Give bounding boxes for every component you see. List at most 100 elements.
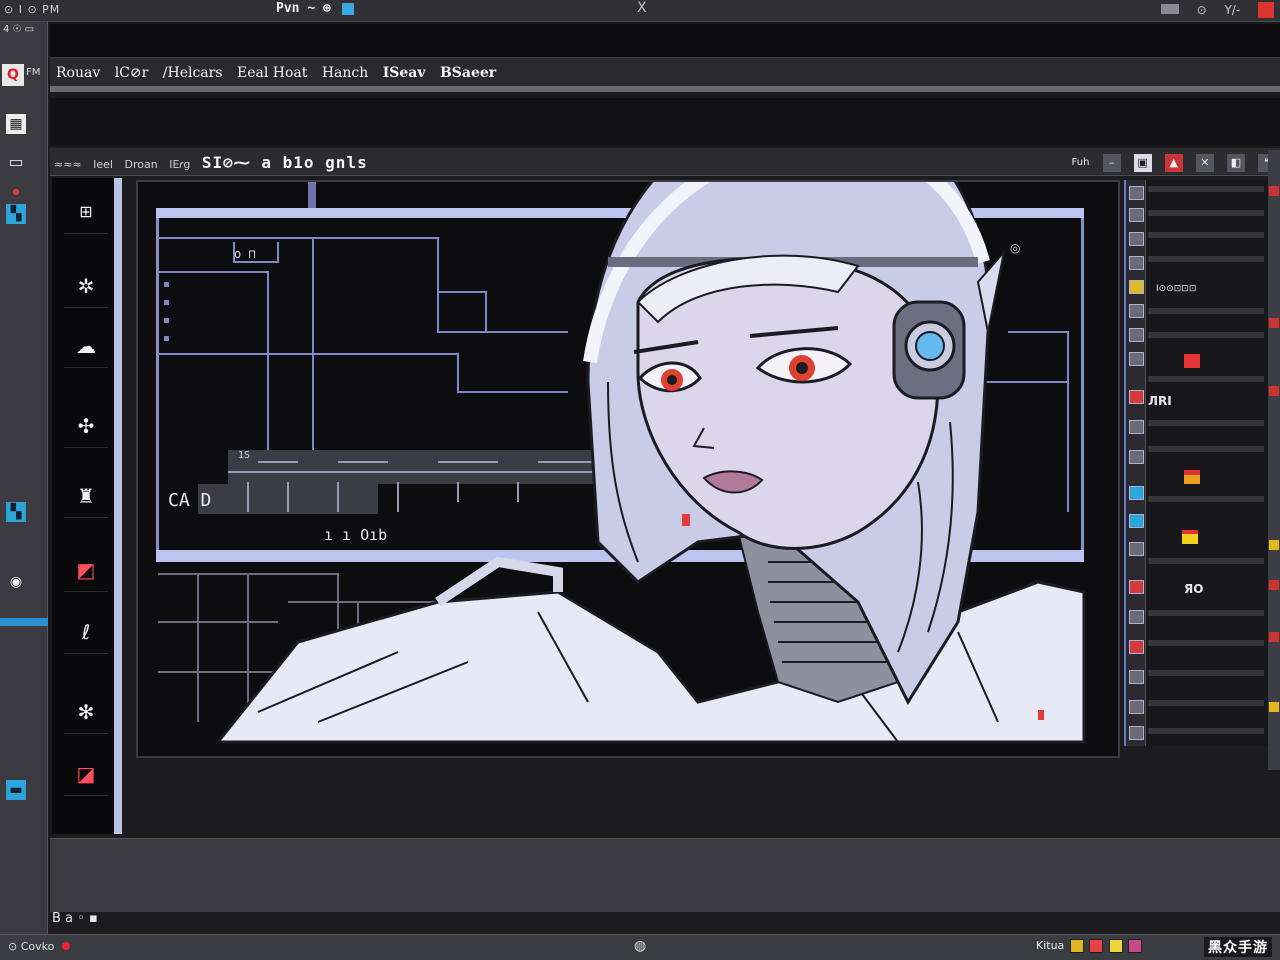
layer-icon[interactable] — [1129, 186, 1144, 200]
layer-icon[interactable] — [1129, 610, 1144, 624]
close-document-icon[interactable]: X — [637, 0, 647, 16]
layer-icon[interactable] — [1129, 514, 1144, 528]
layer-row[interactable] — [1148, 670, 1264, 676]
image-icon[interactable]: ▦ — [6, 114, 26, 134]
frame-post — [308, 182, 316, 208]
red-fill-icon[interactable]: ◪ — [64, 752, 108, 796]
layer-row[interactable] — [1148, 232, 1264, 238]
red-marker-icon — [1269, 386, 1279, 396]
move-icon[interactable]: ✣ — [64, 404, 108, 448]
doc-label[interactable]: Droan — [125, 158, 158, 171]
status-left: ⊙ Covko — [8, 940, 70, 953]
cyan-layer-icon[interactable]: ▚ — [6, 502, 26, 522]
center-icon[interactable]: ◍ — [634, 938, 646, 954]
layer-icon[interactable] — [1129, 726, 1144, 740]
menu-tag: FM — [26, 67, 41, 78]
menu-item[interactable]: Eeal Hoat — [237, 65, 307, 81]
cyan-layer-icon[interactable]: ▚ — [6, 204, 26, 224]
swatch-icon[interactable] — [1128, 939, 1143, 953]
layer-row[interactable] — [1148, 610, 1264, 616]
layer-icon[interactable] — [1129, 450, 1144, 464]
layer-icon[interactable] — [1129, 420, 1144, 434]
red-tool-icon[interactable]: ▲ — [1164, 153, 1183, 172]
layer-icon[interactable] — [1129, 390, 1144, 404]
tool-column: ⊞ ✲ ☁ ✣ ♜ ◩ ℓ ✻ ◪ — [52, 178, 122, 834]
layer-icon[interactable] — [1129, 486, 1144, 500]
close-window-icon[interactable] — [1258, 2, 1274, 18]
app-logo-icon[interactable]: Q — [2, 64, 24, 86]
spray-icon[interactable]: ✲ — [64, 264, 108, 308]
timeline-glyphs: B a ◦ ▪ — [52, 911, 98, 926]
orange-layer-thumb[interactable] — [1184, 470, 1200, 484]
yellow-marker-icon — [1269, 540, 1279, 550]
doc-label[interactable]: Ieel — [93, 158, 113, 171]
layer-icon[interactable] — [1129, 208, 1144, 222]
monitor-icon[interactable]: ▭ — [6, 152, 26, 172]
menu-item[interactable]: /Helcars — [163, 65, 223, 81]
layer-icon[interactable] — [1129, 670, 1144, 684]
record-icon[interactable] — [61, 942, 70, 950]
crop-icon[interactable]: ⊞ — [64, 190, 108, 234]
swatch-icon[interactable] — [1089, 939, 1104, 953]
bird-icon[interactable]: ☁ — [64, 324, 108, 368]
layer-row[interactable] — [1148, 728, 1264, 734]
red-layer-thumb[interactable] — [1184, 354, 1200, 368]
layer-icon[interactable] — [1129, 352, 1144, 366]
layer-row[interactable] — [1148, 376, 1264, 382]
circuit-dots — [164, 282, 169, 341]
monitor-icon[interactable] — [1160, 3, 1179, 14]
layer-row[interactable] — [1148, 496, 1264, 502]
gear-icon[interactable]: ✻ — [64, 690, 108, 734]
dock-separator — [0, 618, 48, 626]
right-edge-strip — [1268, 150, 1280, 770]
layer-icon[interactable] — [1129, 232, 1144, 246]
globe-icon[interactable]: ◉ — [6, 572, 26, 592]
status-bar: ⊙ Covko ◍ Kitua 黑众手游 — [0, 934, 1280, 960]
layer-icon[interactable] — [1129, 304, 1144, 318]
layer-icon[interactable] — [1129, 580, 1144, 594]
layer-row[interactable] — [1148, 558, 1264, 564]
doc-label[interactable]: IE𝑟g — [169, 158, 190, 171]
layer-icon[interactable] — [1129, 280, 1144, 294]
menu-item[interactable]: lC⊘r — [115, 65, 149, 81]
window-controls[interactable]: ⊙ I ⊙ PM — [4, 3, 60, 16]
red-eraser-icon[interactable]: ◩ — [64, 548, 108, 592]
menu-item[interactable]: Rouav — [56, 65, 100, 81]
frame-icon[interactable]: ▣ — [1133, 153, 1152, 172]
canvas[interactable]: CA D ı ı Oıb o ⊓ 1S ◎ — [136, 180, 1120, 758]
layer-row[interactable] — [1148, 210, 1264, 216]
layer-label: ЯO — [1184, 582, 1204, 596]
layer-row[interactable] — [1148, 256, 1264, 262]
layer-row[interactable] — [1148, 700, 1264, 706]
cyan-layer-icon[interactable]: ▬ — [6, 780, 26, 800]
expand-icon[interactable]: ✕ — [1195, 153, 1214, 172]
layer-row[interactable] — [1148, 640, 1264, 646]
layer-row[interactable] — [1148, 420, 1264, 426]
menu-item[interactable]: BSaeer — [440, 65, 496, 81]
doc-label[interactable]: ≈≈≈ — [54, 158, 82, 171]
layer-icon[interactable] — [1129, 542, 1144, 556]
stamp-icon[interactable]: ♜ — [64, 474, 108, 518]
layer-icon[interactable] — [1129, 700, 1144, 714]
menu-item[interactable]: ISeav — [383, 65, 426, 81]
dock-top-glyphs: 4 ☉ ▭ — [3, 24, 35, 35]
left-dock: 4 ☉ ▭ ▦ ▭ ▚ ▚ ◉ ▬ ● — [0, 22, 48, 934]
layer-icon[interactable] — [1129, 640, 1144, 654]
panel-icon[interactable]: ◧ — [1226, 153, 1245, 172]
settings-icon[interactable]: ⊙ — [1197, 3, 1207, 17]
menu-item[interactable]: Hanch — [322, 65, 368, 81]
title-bar: ⊙ I ⊙ PM Pvn ~ ⊕ X ⊙ Y/- — [0, 0, 1280, 22]
layer-row[interactable] — [1148, 308, 1264, 314]
layer-row[interactable] — [1148, 186, 1264, 192]
dash-icon[interactable]: – — [1102, 153, 1121, 172]
layer-icon[interactable] — [1129, 328, 1144, 342]
layer-label: ЛRI — [1148, 394, 1172, 408]
swatch-icon[interactable] — [1069, 939, 1084, 953]
frame-edge-left — [156, 218, 159, 550]
swatch-icon[interactable] — [1108, 939, 1123, 953]
layer-icon[interactable] — [1129, 256, 1144, 270]
yellow-layer-thumb[interactable] — [1182, 530, 1198, 544]
layer-row[interactable] — [1148, 332, 1264, 338]
layer-row[interactable] — [1148, 446, 1264, 452]
lasso-icon[interactable]: ℓ — [64, 610, 108, 654]
